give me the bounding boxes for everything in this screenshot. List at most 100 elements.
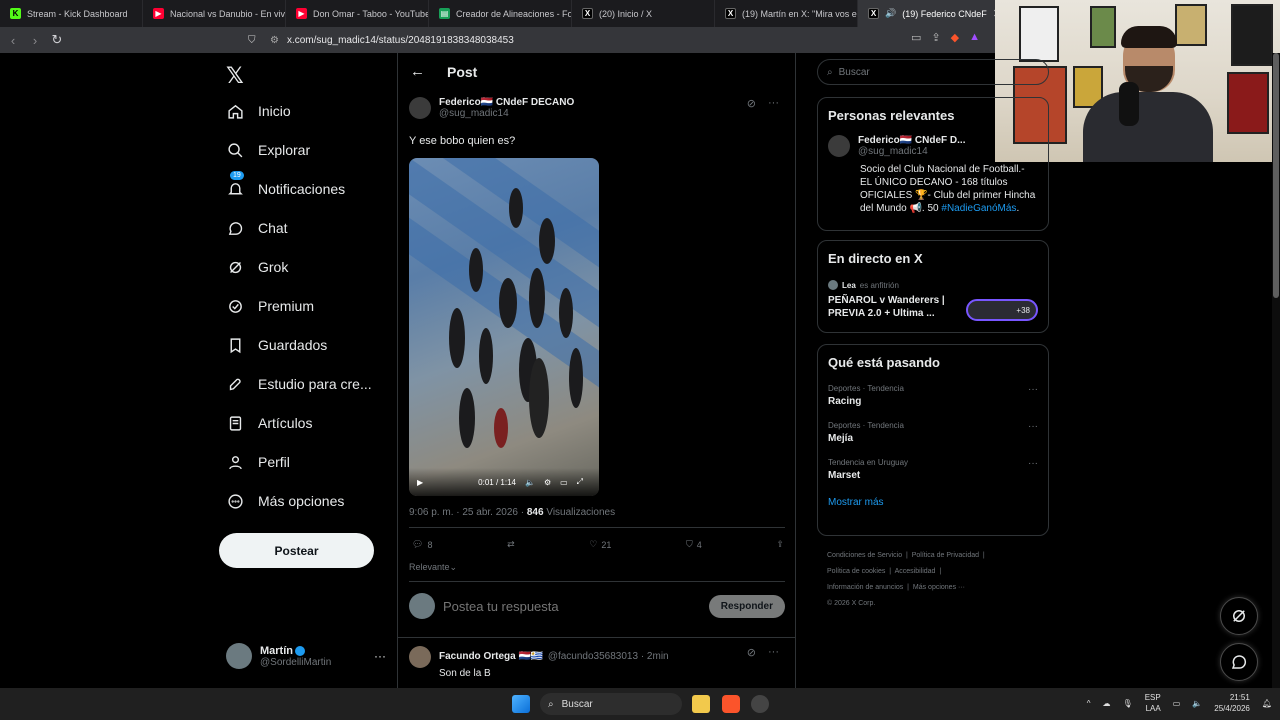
repost-button[interactable]: ⇄ [507, 539, 515, 550]
more-horizontal-icon[interactable]: ··· [768, 97, 779, 110]
language-indicator[interactable]: ESP LAA [1145, 692, 1161, 714]
sort-dropdown[interactable]: Relevante⌄ [409, 562, 457, 573]
poster [1019, 6, 1059, 62]
post-button[interactable]: Postear [219, 533, 374, 568]
hashtag-link[interactable]: #NadieGanóMás [941, 203, 1016, 214]
left-sidebar: 𝕏 Inicio Explorar 19 Notificaciones Chat… [212, 53, 397, 688]
obs-icon[interactable] [751, 695, 769, 713]
avatar [409, 593, 435, 619]
post-meta: 9:06 p. m. · 25 abr. 2026 · 846 Visualiz… [409, 507, 616, 518]
nav-item-estudio[interactable]: Estudio para cre... [226, 375, 372, 393]
file-explorer-icon[interactable] [692, 695, 710, 713]
relevant-user[interactable]: Federico🇳🇱 CNdeF D... @sug_madic14 [828, 135, 1038, 157]
site-info-icon[interactable]: ⚙ [270, 35, 279, 46]
footer-link[interactable]: Información de anuncios [827, 584, 903, 591]
network-icon[interactable]: ▭ [1173, 699, 1181, 708]
trend-item[interactable]: Deportes · Tendencia Mejía ··· [828, 421, 1038, 444]
avatar [828, 135, 850, 157]
grok-fab-button[interactable] [1220, 597, 1258, 635]
grok-icon[interactable]: ⊘ [747, 97, 756, 110]
search-input[interactable]: ⌕ Buscar [817, 59, 1049, 85]
browser-tab[interactable]: X (20) Inicio / X [572, 0, 715, 27]
nav-item-articulos[interactable]: Artículos [226, 414, 312, 432]
footer-link[interactable]: Condiciones de Servicio [827, 552, 902, 559]
trend-item[interactable]: Tendencia en Uruguay Marset ··· [828, 458, 1038, 481]
more-horizontal-icon[interactable]: ··· [1028, 421, 1038, 432]
browser-tab[interactable]: K Stream - Kick Dashboard [0, 0, 143, 27]
bookmark-button[interactable]: ⛉ 4 [686, 539, 702, 550]
bookmark-icon [226, 336, 244, 354]
nav-item-guardados[interactable]: Guardados [226, 336, 327, 354]
chat-fab-button[interactable] [1220, 643, 1258, 681]
browser-tab[interactable]: X (19) Martín en X: "Mira vos esta [715, 0, 858, 27]
url-field[interactable]: ⛉ ⚙ x.com/sug_madic14/status/20481918383… [248, 31, 990, 49]
browser-tab[interactable]: ▶ Don Omar - Taboo - YouTube [286, 0, 429, 27]
live-card: En directo en X Lea es anfitrión PEÑAROL… [817, 240, 1049, 333]
back-arrow-icon[interactable]: ← [410, 63, 425, 80]
trending-card: Qué está pasando Deportes · Tendencia Ra… [817, 344, 1049, 536]
browser-tab[interactable]: ▤ Creador de Alineaciones - Form [429, 0, 572, 27]
grok-icon[interactable]: ⊘ [747, 646, 756, 659]
volume-icon[interactable]: 🔈 [1192, 699, 1202, 708]
back-icon[interactable]: ‹ [2, 33, 24, 48]
like-button[interactable]: ♡ 21 [589, 539, 611, 550]
settings-icon[interactable]: ⚙ [544, 478, 551, 487]
nav-item-mas-opciones[interactable]: Más opciones [226, 492, 344, 510]
bookmark-icon[interactable]: ⛉ [248, 35, 256, 46]
play-icon[interactable]: ▶ [417, 478, 423, 487]
windows-start-icon[interactable] [512, 695, 530, 713]
video-player[interactable]: ▶ 0:01 / 1:14 🔈 ⚙ ▭ ⤢ [409, 158, 599, 496]
reply-submit-button[interactable]: Responder [708, 594, 785, 618]
share-icon[interactable]: ⇪ [931, 31, 940, 44]
live-host[interactable]: Lea es anfitrión [828, 280, 1038, 290]
copyright: © 2026 X Corp. [827, 600, 876, 607]
footer-link[interactable]: Más opciones ··· [913, 584, 965, 591]
pip-icon[interactable]: ▭ [560, 478, 568, 487]
brave-browser-icon[interactable] [722, 695, 740, 713]
nav-item-grok[interactable]: Grok [226, 258, 288, 276]
nav-item-perfil[interactable]: Perfil [226, 453, 290, 471]
scrollbar-thumb[interactable] [1273, 53, 1279, 298]
cast-icon[interactable]: ▭ [911, 31, 921, 44]
show-more-link[interactable]: Mostrar más [828, 497, 1038, 508]
account-switcher[interactable]: Martín @SordelliMartin ··· [226, 643, 386, 669]
browser-tab[interactable]: ▶ Nacional vs Danubio - En vivo [143, 0, 286, 27]
fullscreen-icon[interactable]: ⤢ [577, 477, 583, 487]
browser-tab-active[interactable]: X🔊(19) Federico CNdeF✕ [858, 0, 996, 27]
clock[interactable]: 21:51 25/4/2026 [1214, 692, 1250, 714]
nav-item-premium[interactable]: Premium [226, 297, 314, 315]
brave-shield-icon[interactable]: ◆ [951, 31, 959, 44]
x-logo-icon[interactable]: 𝕏 [226, 63, 244, 89]
nav-item-notificaciones[interactable]: 19 Notificaciones [226, 171, 345, 198]
reply-item[interactable]: Facundo Ortega 🇳🇱🇺🇾 @facundo35683013 · 2… [409, 646, 789, 679]
reply-button[interactable]: 💬︎ 8 [412, 539, 432, 550]
microphone-icon[interactable]: 🎙︎ [1123, 699, 1133, 708]
notifications-icon[interactable]: 🔔︎ [1262, 699, 1272, 708]
cloud-icon[interactable]: ☁ [1103, 699, 1111, 708]
brave-rewards-icon[interactable]: ▲ [969, 31, 980, 44]
reload-icon[interactable]: ↻ [46, 32, 68, 48]
avatar[interactable] [409, 97, 431, 119]
more-horizontal-icon[interactable]: ··· [1028, 458, 1038, 469]
nav-item-chat[interactable]: Chat [226, 219, 288, 237]
nav-item-explorar[interactable]: Explorar [226, 141, 310, 159]
chevron-up-icon[interactable]: ^ [1087, 699, 1091, 708]
more-horizontal-icon[interactable]: ··· [374, 649, 386, 663]
nav-item-inicio[interactable]: Inicio [226, 102, 291, 120]
share-button[interactable]: ⇪ [776, 539, 784, 550]
more-horizontal-icon[interactable]: ··· [1028, 384, 1038, 395]
trend-item[interactable]: Deportes · Tendencia Racing ··· [828, 384, 1038, 407]
live-listeners[interactable]: +38 [966, 299, 1038, 321]
taskbar-search[interactable]: ⌕ Buscar [540, 693, 682, 715]
more-horizontal-icon[interactable]: ··· [768, 646, 779, 659]
speaker-icon: 🔊 [885, 8, 897, 18]
notification-badge: 19 [230, 171, 244, 180]
footer-link[interactable]: Política de cookies [827, 568, 885, 575]
forward-icon[interactable]: › [24, 33, 46, 48]
scrollbar[interactable] [1272, 53, 1280, 688]
reply-input[interactable] [443, 598, 701, 614]
footer-link[interactable]: Política de Privacidad [912, 552, 979, 559]
footer-link[interactable]: Accesibilidad [895, 568, 936, 575]
volume-icon[interactable]: 🔈 [525, 478, 535, 487]
live-stream-title[interactable]: PEÑAROL v Wanderers | PREVIA 2.0 + Ultim… [828, 294, 958, 320]
